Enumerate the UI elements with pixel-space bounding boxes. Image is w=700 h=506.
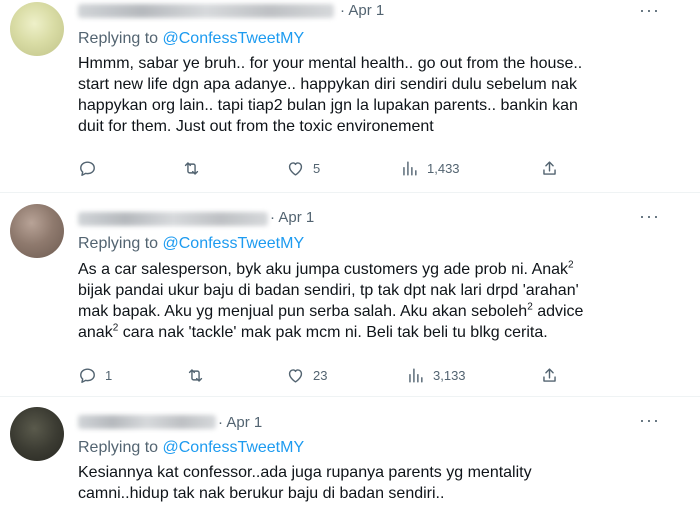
avatar[interactable] — [10, 204, 64, 258]
views-icon — [409, 367, 423, 383]
avatar[interactable] — [10, 2, 64, 56]
views-icon — [403, 160, 417, 176]
tweet-date[interactable]: · Apr 1 — [218, 414, 262, 431]
share-icon — [543, 160, 556, 175]
tweet-text: As a car salesperson, byk aku jumpa cust… — [78, 259, 584, 341]
tweet-text: Kesiannya kat confessor..ada juga rupany… — [78, 464, 532, 502]
share-button[interactable] — [540, 157, 559, 179]
action-bar: 5 1,433 — [78, 157, 578, 179]
avatar[interactable] — [10, 407, 64, 461]
mention-link[interactable]: @ConfessTweetMY — [163, 235, 305, 252]
tweet-text: Hmmm, sabar ye bruh.. for your mental he… — [78, 55, 583, 135]
tweet-date[interactable]: · Apr 1 — [340, 2, 384, 19]
action-bar: 1 23 3,133 — [78, 364, 578, 386]
more-icon[interactable]: ··· — [639, 0, 660, 21]
reply-button[interactable] — [78, 157, 105, 179]
mention-link[interactable]: @ConfessTweetMY — [163, 439, 305, 456]
replying-to: Replying to @ConfessTweetMY — [78, 30, 305, 47]
tweet[interactable]: · Apr 1 ··· Replying to @ConfessTweetMY … — [0, 404, 700, 506]
reply-icon — [80, 160, 95, 176]
share-icon — [543, 367, 556, 382]
more-icon[interactable]: ··· — [639, 206, 660, 227]
retweet-button[interactable] — [182, 157, 209, 179]
tweet[interactable]: · Apr 1 ··· Replying to @ConfessTweetMY … — [0, 200, 700, 397]
like-button[interactable]: 23 — [286, 364, 327, 386]
reply-button[interactable]: 1 — [78, 364, 112, 386]
heart-icon — [288, 161, 303, 176]
retweet-button[interactable] — [186, 364, 213, 386]
heart-icon — [288, 368, 303, 383]
retweet-icon — [188, 368, 203, 382]
share-button[interactable] — [540, 364, 559, 386]
retweet-icon — [184, 161, 199, 175]
reply-icon — [80, 367, 95, 383]
replying-to: Replying to @ConfessTweetMY — [78, 439, 305, 456]
replying-to: Replying to @ConfessTweetMY — [78, 235, 305, 252]
like-button[interactable]: 5 — [286, 157, 320, 179]
views-button[interactable]: 1,433 — [400, 157, 460, 179]
mention-link[interactable]: @ConfessTweetMY — [163, 30, 305, 47]
views-button[interactable]: 3,133 — [406, 364, 466, 386]
tweet[interactable]: · Apr 1 ··· Replying to @ConfessTweetMY … — [0, 0, 700, 193]
more-icon[interactable]: ··· — [639, 410, 660, 431]
blurred-username — [78, 4, 334, 18]
blurred-username — [78, 415, 216, 429]
tweet-date[interactable]: · Apr 1 — [270, 209, 314, 226]
blurred-username — [78, 212, 268, 226]
